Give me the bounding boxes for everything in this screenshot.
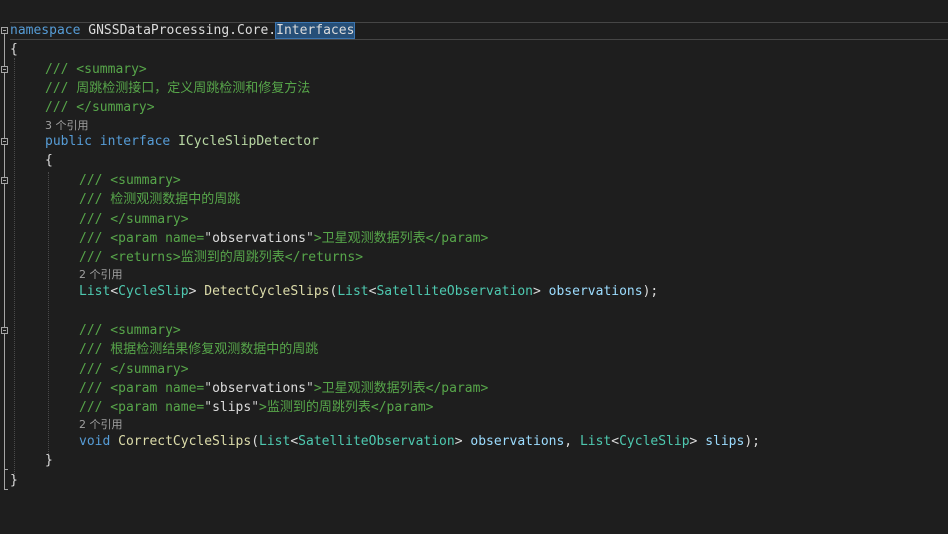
generic-type: CycleSlip (118, 284, 189, 299)
param-name: slips (705, 434, 745, 449)
collapse-summary-icon[interactable] (1, 66, 8, 73)
doc-param-line: /// <param name="slips">监测到的周跳列表</param> (79, 400, 434, 415)
doc-param-tag: /// <param name= (79, 400, 205, 415)
codelens-references[interactable]: 2 个引用 (79, 268, 123, 282)
brace-open: { (10, 42, 18, 57)
brace-close: } (45, 453, 53, 468)
generic-type: SatelliteObservation (376, 284, 533, 299)
code-line-interface: public interface ICycleSlipDetector (45, 133, 319, 151)
doc-param-text: 卫星观测数据列表 (321, 231, 426, 246)
doc-param-line: /// <param name="observations">卫星观测数据列表<… (79, 231, 489, 246)
doc-comment-line: /// 周跳检测接口，定义周跳检测和修复方法 (45, 80, 310, 98)
code-editor[interactable]: namespace GNSSDataProcessing.Core.Interf… (0, 0, 948, 534)
param-name: observations (548, 284, 643, 299)
interface-name: ICycleSlipDetector (178, 134, 319, 149)
doc-param-tag: /// <param name= (79, 381, 205, 396)
doc-param-line: /// <param name="observations">卫星观测数据列表<… (79, 381, 489, 396)
generic-type: CycleSlip (619, 434, 690, 449)
code-line-brace: { (10, 41, 18, 59)
doc-summary-text: /// 根据检测结果修复观测数据中的周跳 (79, 342, 319, 357)
doc-comment-line: /// <summary> (79, 322, 181, 340)
doc-summary-text: /// 周跳检测接口，定义周跳检测和修复方法 (45, 81, 311, 96)
doc-comment-line: /// </summary> (79, 211, 189, 229)
method-name: DetectCycleSlips (204, 284, 330, 299)
method-name: CorrectCycleSlips (118, 434, 252, 449)
doc-summary-close: /// </summary> (79, 212, 189, 227)
return-type: List (79, 284, 111, 299)
doc-comment-line: /// 检测观测数据中的周跳 (79, 191, 240, 209)
code-line-namespace: namespace GNSSDataProcessing.Core.Interf… (10, 22, 356, 40)
doc-comment-line: /// </summary> (45, 99, 155, 117)
doc-param-end: </param> (370, 400, 434, 415)
return-type: void (79, 434, 111, 449)
doc-param-text: 卫星观测数据列表 (321, 381, 426, 396)
doc-comment-line: /// <summary> (79, 172, 181, 190)
collapse-namespace-icon[interactable] (1, 27, 8, 34)
doc-returns-end: </returns> (284, 250, 364, 265)
doc-comment-line: /// </summary> (79, 361, 189, 379)
collapse-summary-icon[interactable] (1, 177, 8, 184)
doc-comment-line: /// 根据检测结果修复观测数据中的周跳 (79, 341, 318, 359)
doc-returns-text: 监测到的周跳列表 (180, 250, 285, 265)
param-type: List (259, 434, 291, 449)
doc-param-text: 监测到的周跳列表 (266, 400, 371, 415)
indent-guide (48, 172, 49, 460)
doc-param-name: slips (212, 400, 252, 415)
doc-returns-tag: /// <returns> (79, 250, 181, 265)
codelens-references[interactable]: 3 个引用 (45, 119, 89, 133)
doc-param-name: observations (212, 231, 306, 246)
doc-returns-line: /// <returns>监测到的周跳列表</returns> (79, 249, 363, 267)
doc-param-tag: /// <param name= (79, 231, 205, 246)
doc-summary-open: /// <summary> (45, 62, 147, 77)
namespace-keyword: namespace (10, 23, 81, 38)
codelens-references[interactable]: 2 个引用 (79, 418, 123, 432)
generic-type: SatelliteObservation (298, 434, 455, 449)
brace-close: } (10, 473, 18, 488)
collapse-summary-icon[interactable] (1, 327, 8, 334)
param-type: List (337, 284, 369, 299)
namespace-name: GNSSDataProcessing.Core. (88, 23, 277, 38)
doc-summary-close: /// </summary> (79, 362, 189, 377)
doc-param-name: observations (212, 381, 306, 396)
code-line-method-detect: List<CycleSlip> DetectCycleSlips(List<Sa… (79, 284, 659, 299)
code-line-method-correct: void CorrectCycleSlips(List<SatelliteObs… (79, 434, 760, 449)
doc-comment-line: /// <summary> (45, 61, 147, 79)
code-line-brace: { (45, 152, 53, 170)
code-line-brace: } (10, 472, 18, 490)
fold-line-end (4, 469, 8, 470)
selected-identifier[interactable]: Interfaces (275, 22, 356, 39)
indent-guide (14, 58, 15, 480)
modifier-keyword: public (45, 134, 92, 149)
doc-summary-open: /// <summary> (79, 173, 181, 188)
fold-line (4, 34, 5, 490)
doc-param-end: </param> (425, 231, 489, 246)
code-line-brace: } (45, 452, 53, 470)
doc-summary-open: /// <summary> (79, 323, 181, 338)
doc-summary-text: /// 检测观测数据中的周跳 (79, 192, 241, 207)
param-name: observations (470, 434, 565, 449)
doc-summary-close: /// </summary> (45, 100, 155, 115)
param-type: List (579, 434, 612, 449)
doc-param-end: </param> (425, 381, 489, 396)
collapse-interface-icon[interactable] (1, 138, 8, 145)
interface-keyword: interface (99, 134, 171, 149)
fold-line-end (4, 489, 8, 490)
brace-open: { (45, 153, 53, 168)
